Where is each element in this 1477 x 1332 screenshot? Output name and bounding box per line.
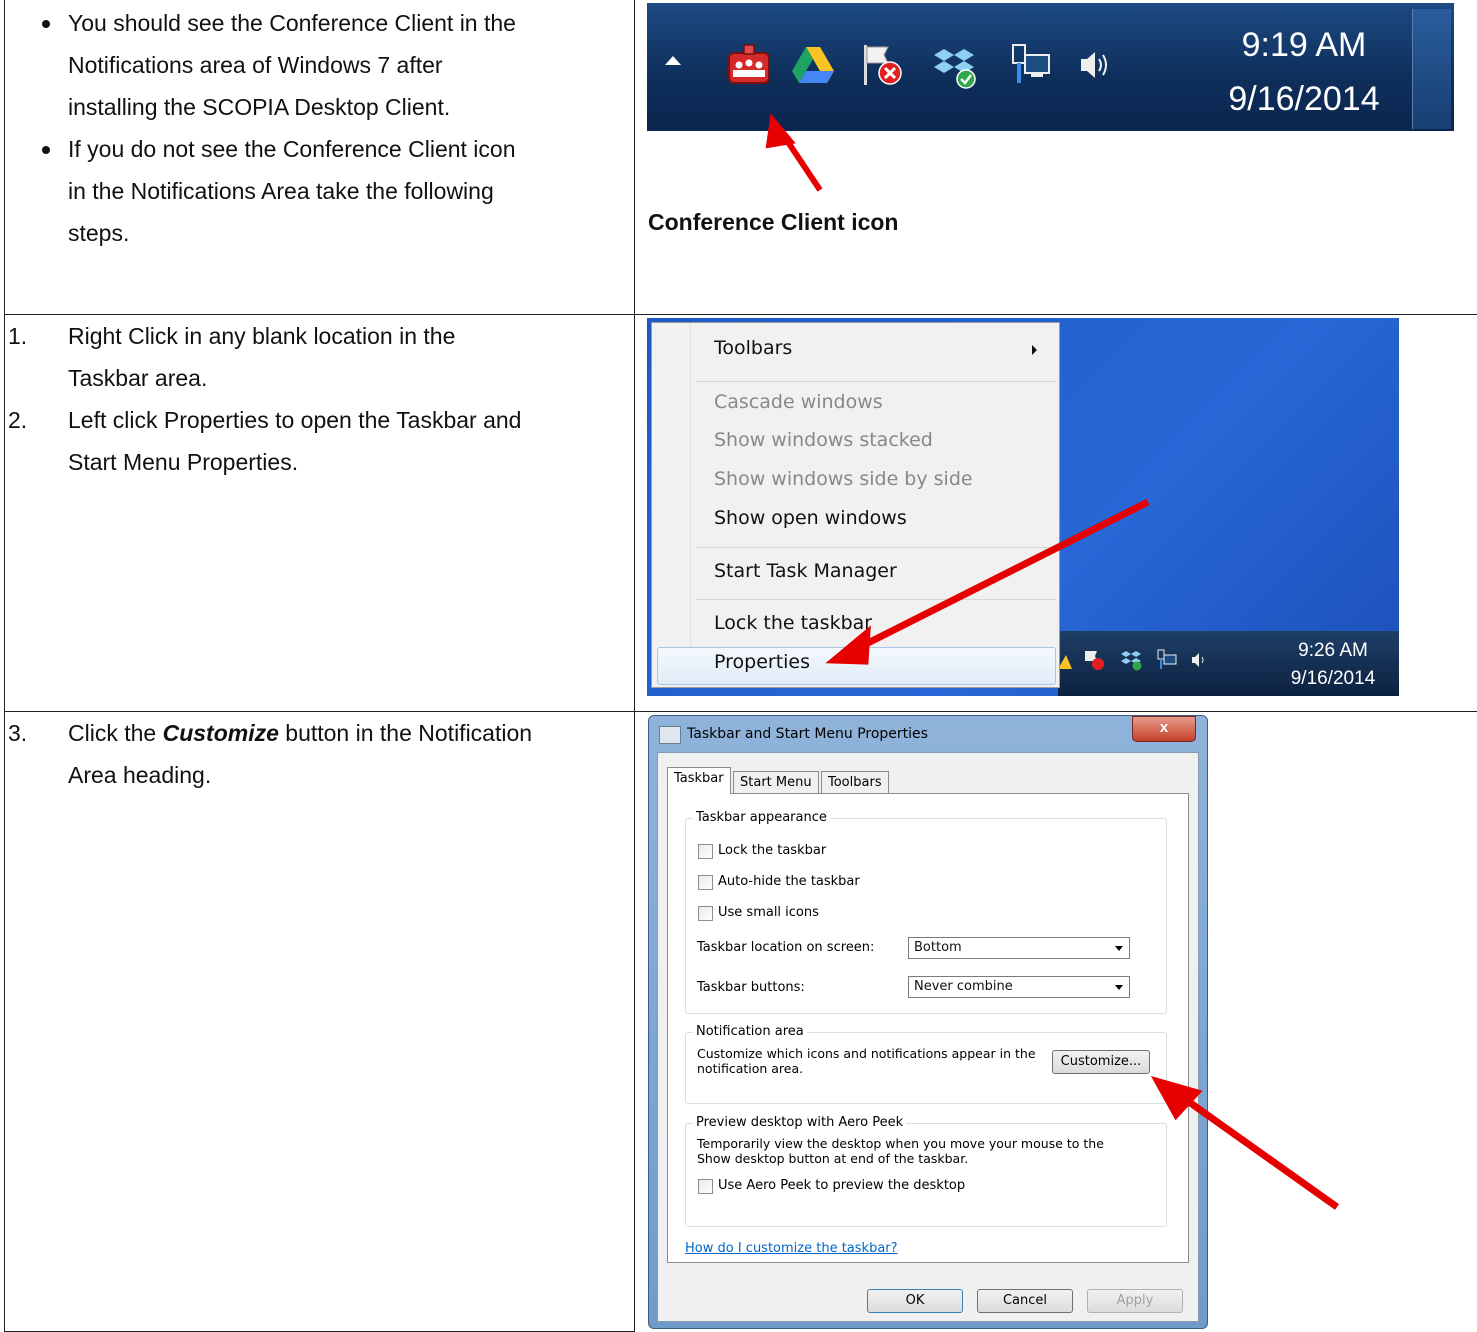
auto-hide-checkbox[interactable] <box>698 875 713 890</box>
notification-area-text-2: notification area. <box>697 1061 804 1076</box>
dialog-body: Taskbar Start Menu Toolbars Taskbar appe… <box>657 752 1199 1322</box>
action-center-flag-icon[interactable] <box>860 43 904 87</box>
menu-separator <box>696 599 1056 600</box>
menu-item-show-windows-side-by-side: Show windows side by side <box>714 468 973 490</box>
aero-peek-heading: Preview desktop with Aero Peek <box>693 1115 907 1130</box>
network-icon[interactable] <box>1009 43 1053 87</box>
aero-peek-label: Use Aero Peek to preview the desktop <box>718 1178 966 1193</box>
show-desktop-button[interactable] <box>1412 9 1451 129</box>
google-drive-icon[interactable] <box>1058 651 1072 669</box>
menu-separator <box>696 381 1056 382</box>
taskbar-buttons-label: Taskbar buttons: <box>697 980 805 995</box>
menu-item-show-open-windows[interactable]: Show open windows <box>714 507 907 529</box>
menu-item-properties[interactable]: Properties <box>714 651 810 673</box>
clock-time[interactable]: 9:26 AM <box>1283 638 1383 664</box>
clock-date[interactable]: 9/16/2014 <box>1273 666 1393 692</box>
google-drive-icon[interactable] <box>790 45 836 85</box>
step-2-number: 2. <box>8 407 28 433</box>
taskbar-context-menu: Toolbars Cascade windows Show windows st… <box>651 322 1060 688</box>
small-icons-checkbox[interactable] <box>698 906 713 921</box>
aero-peek-checkbox[interactable] <box>698 1179 713 1194</box>
apply-button: Apply <box>1087 1289 1183 1313</box>
small-icons-label: Use small icons <box>718 905 819 920</box>
customize-button[interactable]: Customize... <box>1052 1050 1150 1074</box>
lock-taskbar-label: Lock the taskbar <box>718 843 827 858</box>
cancel-button[interactable]: Cancel <box>977 1289 1073 1313</box>
auto-hide-label: Auto-hide the taskbar <box>718 874 860 889</box>
clock-date[interactable]: 9/16/2014 <box>1204 80 1404 119</box>
bullet-2 <box>42 146 50 154</box>
show-hidden-icons-icon[interactable] <box>665 56 681 65</box>
taskbar-tray-small: 9:26 AM 9/16/2014 <box>1058 631 1399 696</box>
step-2-line-2: Start Menu Properties. <box>68 449 299 475</box>
step-3-customize-emphasis: Customize <box>162 720 279 746</box>
chevron-down-icon <box>1115 985 1123 990</box>
taskbar-buttons-value: Never combine <box>914 979 1013 994</box>
dropbox-icon[interactable] <box>1120 649 1142 671</box>
conference-client-caption: Conference Client icon <box>648 209 899 235</box>
tab-taskbar[interactable]: Taskbar <box>667 767 731 794</box>
step-3-number: 3. <box>8 720 28 746</box>
tab-start-menu[interactable]: Start Menu <box>733 771 819 793</box>
taskbar-properties-dialog: Taskbar and Start Menu Properties x Task… <box>648 715 1208 1329</box>
close-button[interactable]: x <box>1132 716 1196 742</box>
conference-client-icon[interactable] <box>727 43 771 85</box>
lock-taskbar-checkbox[interactable] <box>698 844 713 859</box>
menu-item-toolbars[interactable]: Toolbars <box>714 337 792 359</box>
taskbar-location-select[interactable]: Bottom <box>908 937 1130 959</box>
step-1-line-2: Taskbar area. <box>68 365 208 391</box>
bullet-2-line-2: in the Notifications Area take the follo… <box>68 178 494 204</box>
taskbar-location-label: Taskbar location on screen: <box>697 940 875 955</box>
bullet-2-line-3: steps. <box>68 220 130 246</box>
taskbar-buttons-select[interactable]: Never combine <box>908 976 1130 998</box>
bullet-1-line-1: You should see the Conference Client in … <box>68 10 516 36</box>
step-3-text-before: Click the <box>68 720 163 746</box>
step-3-line-2: Area heading. <box>68 762 212 788</box>
table-border-left <box>4 0 5 1332</box>
tab-toolbars[interactable]: Toolbars <box>821 771 889 793</box>
taskbar-tab-panel: Taskbar appearance Lock the taskbar Auto… <box>667 793 1189 1263</box>
network-icon[interactable] <box>1156 649 1178 671</box>
row-divider-2 <box>4 711 1477 712</box>
step-1-line-1: Right Click in any blank location in the <box>68 323 456 349</box>
help-link[interactable]: How do I customize the taskbar? <box>685 1241 898 1256</box>
dialog-title: Taskbar and Start Menu Properties <box>687 726 928 742</box>
taskbar-window-icon <box>659 726 681 744</box>
menu-item-show-windows-stacked: Show windows stacked <box>714 429 933 451</box>
notification-area-text-1: Customize which icons and notifications … <box>697 1046 1036 1061</box>
row-divider-1 <box>4 314 1477 315</box>
menu-separator <box>696 547 1056 548</box>
taskbar-location-value: Bottom <box>914 940 962 955</box>
dropbox-icon[interactable] <box>932 45 978 89</box>
table-divider <box>634 0 635 1332</box>
ok-button[interactable]: OK <box>867 1289 963 1313</box>
bullet-1-line-2: Notifications area of Windows 7 after <box>68 52 443 78</box>
notification-area-heading: Notification area <box>693 1024 807 1039</box>
volume-icon[interactable] <box>1190 650 1210 670</box>
step-2-line-1: Left click Properties to open the Taskba… <box>68 407 522 433</box>
instruction-table: You should see the Conference Client in … <box>0 0 1477 1332</box>
aero-peek-text-2: Show desktop button at end of the taskba… <box>697 1151 969 1166</box>
clock-time[interactable]: 9:19 AM <box>1219 26 1389 65</box>
step-1-number: 1. <box>8 323 28 349</box>
submenu-arrow-icon <box>1032 345 1037 355</box>
taskbar-appearance-heading: Taskbar appearance <box>693 810 830 825</box>
aero-peek-text-1: Temporarily view the desktop when you mo… <box>697 1136 1104 1151</box>
bullet-1 <box>42 20 50 28</box>
bullet-2-line-1: If you do not see the Conference Client … <box>68 136 516 162</box>
chevron-down-icon <box>1115 946 1123 951</box>
menu-gutter <box>690 323 691 687</box>
menu-item-lock-the-taskbar[interactable]: Lock the taskbar <box>714 612 872 634</box>
step-3-text-after: button in the Notification <box>278 720 533 746</box>
bullet-1-line-3: installing the SCOPIA Desktop Client. <box>68 94 451 120</box>
action-center-flag-icon[interactable] <box>1083 649 1105 671</box>
menu-item-start-task-manager[interactable]: Start Task Manager <box>714 560 897 582</box>
menu-item-cascade-windows: Cascade windows <box>714 391 883 413</box>
volume-icon[interactable] <box>1077 47 1113 83</box>
taskbar-screenshot: 9:19 AM 9/16/2014 <box>647 3 1454 131</box>
step-3-line-1: Click the Customize button in the Notifi… <box>68 717 532 750</box>
